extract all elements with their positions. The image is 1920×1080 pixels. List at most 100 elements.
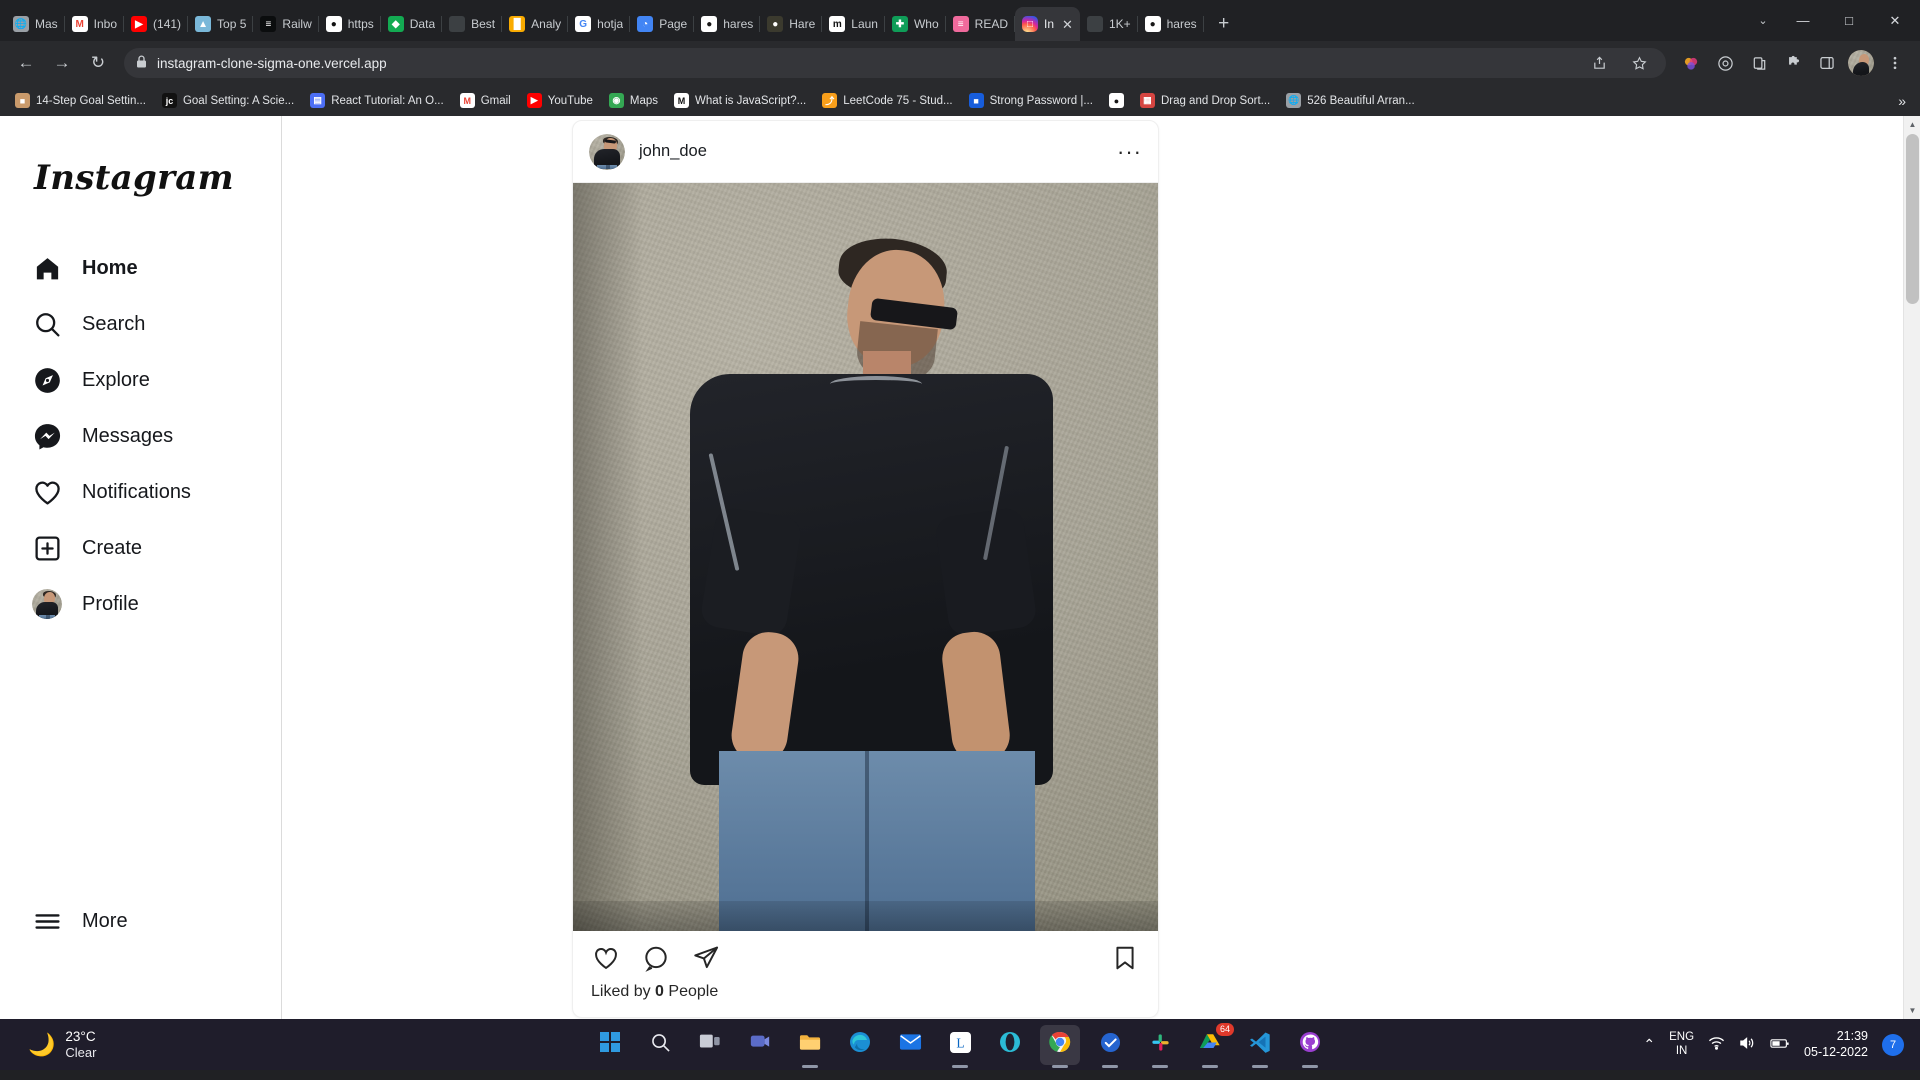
todo-button[interactable] (1090, 1025, 1130, 1065)
puzzle-icon[interactable] (1778, 48, 1808, 78)
sidebar-item-home[interactable]: Home (12, 240, 269, 296)
reload-button[interactable]: ↻ (82, 47, 114, 79)
bookmarks-overflow-button[interactable]: » (1892, 93, 1912, 109)
browser-tab[interactable]: ● hares (1138, 7, 1204, 41)
browser-tab[interactable]: ● Hare (760, 7, 823, 41)
close-tab-icon[interactable]: ✕ (1060, 18, 1073, 31)
star-icon[interactable] (1624, 48, 1654, 78)
tab-search-chevron-icon[interactable]: ⌄ (1746, 4, 1780, 38)
tab-strip: 🌐 Mas M Inbo ▶ (141) ▲ Top 5 ≡ Railw ● https ◆ Data Be… (0, 0, 1920, 41)
notification-badge[interactable]: 7 (1882, 1033, 1904, 1056)
sidepanel-icon[interactable] (1812, 48, 1842, 78)
instagram-logo[interactable]: Instagram (12, 146, 269, 198)
mail-button[interactable] (890, 1025, 930, 1065)
tray-expand-icon[interactable]: ⌃ (1643, 1036, 1655, 1053)
browser-tab[interactable]: Ghotja (568, 7, 631, 41)
bookmark-item[interactable]: ▤ React Tutorial: An O... (303, 90, 451, 111)
share-icon[interactable] (1584, 48, 1614, 78)
teams-button[interactable] (740, 1025, 780, 1065)
scroll-down-arrow[interactable]: ▼ (1904, 1002, 1920, 1019)
kebab-menu-icon[interactable] (1880, 48, 1910, 78)
browser-tab[interactable]: ▲ Top 5 (188, 7, 254, 41)
avatar[interactable] (589, 133, 625, 170)
bookmark-item[interactable]: M Gmail (453, 90, 518, 111)
forward-button[interactable]: → (46, 47, 78, 79)
browser-tab[interactable]: Best (442, 7, 503, 41)
back-button[interactable]: ← (10, 47, 42, 79)
sidebar-item-profile[interactable]: Profile (12, 576, 269, 632)
sidebar-item-explore[interactable]: Explore (12, 352, 269, 408)
task-view-button[interactable] (690, 1025, 730, 1065)
close-window-button[interactable]: ✕ (1872, 4, 1918, 38)
clock[interactable]: 21:39 05-12-2022 (1804, 1029, 1868, 1060)
edge-button[interactable] (840, 1025, 880, 1065)
new-tab-button[interactable]: + (1210, 10, 1238, 38)
post-header: john_doe ··· (573, 121, 1158, 183)
bookmark-item[interactable]: ■ Strong Password |... (962, 90, 1100, 111)
browser-tab[interactable]: 1K+ (1080, 7, 1138, 41)
maximize-button[interactable]: □ (1826, 4, 1872, 38)
browser-tab-active[interactable]: □ In ✕ (1015, 7, 1080, 41)
bookmark-item[interactable]: ● (1102, 90, 1131, 111)
post-username[interactable]: john_doe (639, 142, 1103, 161)
browser-tab[interactable]: ◆ Data (381, 7, 443, 41)
browser-tab[interactable]: M Inbo (65, 7, 125, 41)
battery-icon[interactable] (1770, 1037, 1790, 1053)
linkedin-button[interactable]: L (940, 1025, 980, 1065)
bookmark-item[interactable]: jc Goal Setting: A Scie... (155, 90, 301, 111)
profile-avatar[interactable] (1846, 48, 1876, 78)
target-icon[interactable] (1710, 48, 1740, 78)
language-line2: IN (1675, 1044, 1688, 1057)
browser-tab[interactable]: ≡ Railw (253, 7, 319, 41)
browser-tab[interactable]: █ Analy (502, 7, 569, 41)
github-desktop-button[interactable] (1290, 1025, 1330, 1065)
sidebar-item-notifications[interactable]: Notifications (12, 464, 269, 520)
browser-tab[interactable]: ✚ Who (885, 7, 946, 41)
weather-widget[interactable]: 🌙 23°C Clear (6, 1029, 96, 1061)
share-button[interactable] (691, 943, 721, 973)
windows-icon (599, 1031, 621, 1058)
browser-tab[interactable]: ● https (319, 7, 381, 41)
bookmark-item[interactable]: ▶ YouTube (520, 90, 600, 111)
opera-button[interactable] (990, 1025, 1030, 1065)
browser-tab[interactable]: m Laun (822, 7, 885, 41)
bookmark-item[interactable]: ■ 14-Step Goal Settin... (8, 90, 153, 111)
sidebar-item-messages[interactable]: Messages (12, 408, 269, 464)
wifi-icon[interactable] (1708, 1036, 1725, 1053)
speaker-icon[interactable] (1739, 1036, 1756, 1053)
comment-button[interactable] (641, 943, 671, 973)
browser-tab[interactable]: ● hares (694, 7, 761, 41)
bookmark-item[interactable]: M What is JavaScript?... (667, 90, 813, 111)
save-button[interactable] (1110, 943, 1140, 973)
language-indicator[interactable]: ENG IN (1669, 1031, 1694, 1057)
file-explorer-button[interactable] (790, 1025, 830, 1065)
browser-tab[interactable]: ▶ (141) (124, 7, 189, 41)
address-bar[interactable]: instagram-clone-sigma-one.vercel.app (124, 48, 1666, 78)
minimize-button[interactable]: — (1780, 4, 1826, 38)
page-scrollbar[interactable]: ▲ ▼ (1903, 116, 1920, 1019)
bookmark-item[interactable]: ⤴ LeetCode 75 - Stud... (815, 90, 959, 111)
bookmark-item[interactable]: ◉ Maps (602, 90, 665, 111)
scrollbar-thumb[interactable] (1906, 134, 1919, 304)
like-button[interactable] (591, 943, 621, 973)
slack-button[interactable] (1140, 1025, 1180, 1065)
browser-tab[interactable]: ◔ Page (630, 7, 695, 41)
sidebar-item-search[interactable]: Search (12, 296, 269, 352)
mail-icon (899, 1033, 922, 1056)
sidebar-item-more[interactable]: More (12, 893, 269, 949)
sidebar-item-create[interactable]: Create (12, 520, 269, 576)
pagespeed-icon: ◔ (637, 16, 654, 32)
vscode-button[interactable] (1240, 1025, 1280, 1065)
drive-button[interactable]: 64 (1190, 1022, 1234, 1065)
scroll-up-arrow[interactable]: ▲ (1904, 116, 1920, 133)
clipboard-icon[interactable] (1744, 48, 1774, 78)
chrome-button[interactable] (1040, 1024, 1080, 1065)
bookmark-item[interactable]: ▦ Drag and Drop Sort... (1133, 90, 1277, 111)
extension-colorful-icon[interactable] (1676, 48, 1706, 78)
start-button[interactable] (590, 1025, 630, 1065)
bookmark-item[interactable]: 🌐 526 Beautiful Arran... (1279, 90, 1421, 111)
browser-tab[interactable]: ≡ READ (946, 7, 1016, 41)
browser-tab[interactable]: 🌐 Mas (6, 7, 65, 41)
search-button[interactable] (640, 1025, 680, 1065)
post-options-button[interactable]: ··· (1117, 140, 1142, 162)
